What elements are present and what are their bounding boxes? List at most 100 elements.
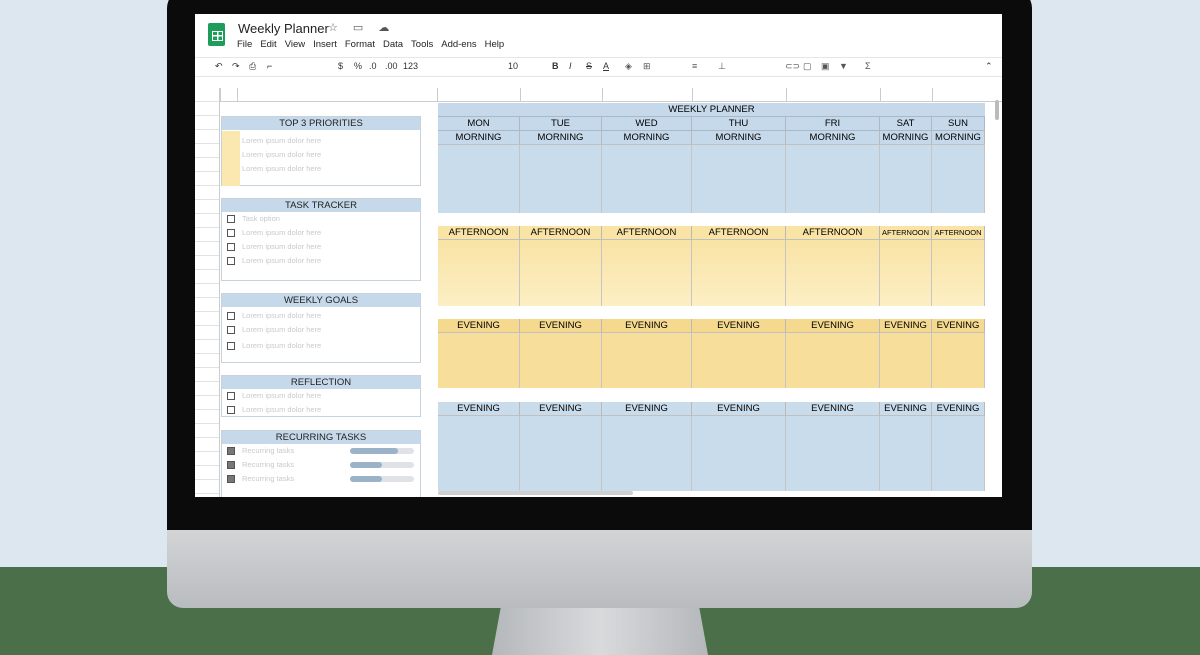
menu-data[interactable]: Data [383,39,403,50]
vertical-scrollbar[interactable] [995,100,999,120]
recurring-item[interactable]: Recurring tasks [222,472,420,486]
row-headers[interactable] [195,88,220,497]
time-block-mon[interactable] [438,416,520,491]
align-icon[interactable]: ≡ [692,61,697,71]
time-block-thu[interactable] [692,240,786,306]
time-block-sat[interactable] [880,145,932,213]
bold-button[interactable]: B [552,61,559,71]
time-block-wed[interactable] [602,145,692,213]
time-block-mon[interactable] [438,145,520,213]
borders-icon[interactable]: ⊞ [643,61,651,72]
menu-file[interactable]: File [237,39,252,50]
time-block-sun[interactable] [932,416,985,491]
menu-edit[interactable]: Edit [260,39,276,50]
time-block-fri[interactable] [786,416,880,491]
priority-item[interactable]: Lorem ipsum dolor here [222,148,420,162]
column-headers[interactable] [220,88,1002,102]
valign-icon[interactable]: ⊥ [718,61,726,72]
reflection-item[interactable]: Lorem ipsum dolor here [222,403,420,417]
menu-help[interactable]: Help [485,39,505,50]
task-item[interactable]: Task option [222,212,420,226]
chart-icon[interactable]: ▣ [821,61,830,72]
task-item[interactable]: Lorem ipsum dolor here [222,226,420,240]
time-block-sat[interactable] [880,416,932,491]
day-header-sun[interactable]: SUN [932,117,985,131]
fill-color-icon[interactable]: ◈ [625,61,632,72]
sheet-grid[interactable]: TOP 3 PRIORITIES Lorem ipsum dolor here … [195,88,1002,497]
task-item[interactable]: Lorem ipsum dolor here [222,254,420,268]
checkbox[interactable] [227,312,235,320]
collapse-toolbar-icon[interactable]: ⌃ [985,61,993,72]
percent-button[interactable]: % [354,61,362,71]
time-block-wed[interactable] [602,416,692,491]
time-block-mon[interactable] [438,240,520,306]
menu-tools[interactable]: Tools [411,39,433,50]
italic-button[interactable]: I [569,61,572,71]
time-block-sat[interactable] [880,333,932,388]
time-block-wed[interactable] [602,333,692,388]
redo-icon[interactable]: ↷ [232,61,240,72]
print-icon[interactable]: ⎙ [249,61,256,72]
menu-view[interactable]: View [285,39,305,50]
checkbox[interactable] [227,342,235,350]
time-block-thu[interactable] [692,145,786,213]
day-header-tue[interactable]: TUE [520,117,602,131]
strikethrough-button[interactable]: S [586,61,592,71]
priority-item[interactable]: Lorem ipsum dolor here [222,134,420,148]
checkbox[interactable] [227,257,235,265]
time-block-sun[interactable] [932,333,985,388]
time-block-fri[interactable] [786,145,880,213]
time-block-wed[interactable] [602,240,692,306]
functions-icon[interactable]: Σ [865,61,871,71]
time-block-tue[interactable] [520,416,602,491]
comment-icon[interactable]: ▢ [803,61,812,72]
menu-addens[interactable]: Add-ens [441,39,476,50]
time-block-sun[interactable] [932,145,985,213]
time-block-tue[interactable] [520,333,602,388]
checkbox[interactable] [227,406,235,414]
paint-format-icon[interactable]: ⌐ [267,61,272,71]
decrease-decimal-button[interactable]: .0 [369,61,377,71]
reflection-item[interactable]: Lorem ipsum dolor here [222,389,420,403]
time-block-fri[interactable] [786,333,880,388]
day-header-thu[interactable]: THU [692,117,786,131]
font-size-select[interactable]: 10 [508,61,518,71]
currency-button[interactable]: $ [338,61,343,71]
checkbox-checked[interactable] [227,447,235,455]
time-block-sat[interactable] [880,240,932,306]
time-block-tue[interactable] [520,240,602,306]
checkbox[interactable] [227,326,235,334]
time-block-mon[interactable] [438,333,520,388]
checkbox[interactable] [227,215,235,223]
time-block-thu[interactable] [692,333,786,388]
goal-item[interactable]: Lorem ipsum dolor here [222,323,420,339]
sheets-logo-icon[interactable] [208,23,225,46]
day-header-wed[interactable]: WED [602,117,692,131]
task-item[interactable]: Lorem ipsum dolor here [222,240,420,254]
horizontal-scrollbar[interactable] [438,491,633,495]
time-block-tue[interactable] [520,145,602,213]
menu-format[interactable]: Format [345,39,375,50]
time-block-sun[interactable] [932,240,985,306]
time-block-fri[interactable] [786,240,880,306]
checkbox-checked[interactable] [227,461,235,469]
undo-icon[interactable]: ↶ [215,61,223,72]
day-header-mon[interactable]: MON [438,117,520,131]
increase-decimal-button[interactable]: .00 [385,61,398,71]
day-header-sat[interactable]: SAT [880,117,932,131]
link-icon[interactable]: ⊂⊃ [785,61,800,72]
more-formats-button[interactable]: 123 [403,61,418,71]
checkbox[interactable] [227,243,235,251]
text-color-button[interactable]: A [603,61,609,71]
checkbox[interactable] [227,229,235,237]
star-move-cloud-icons[interactable]: ☆ ▭ ☁ [328,21,395,34]
recurring-item[interactable]: Recurring tasks [222,458,420,472]
document-title[interactable]: Weekly Planner [238,21,329,36]
day-header-fri[interactable]: FRI [786,117,880,131]
goal-item[interactable]: Lorem ipsum dolor here [222,339,420,355]
checkbox[interactable] [227,392,235,400]
filter-icon[interactable]: ▼ [839,61,848,71]
time-block-thu[interactable] [692,416,786,491]
menu-insert[interactable]: Insert [313,39,337,50]
checkbox-checked[interactable] [227,475,235,483]
